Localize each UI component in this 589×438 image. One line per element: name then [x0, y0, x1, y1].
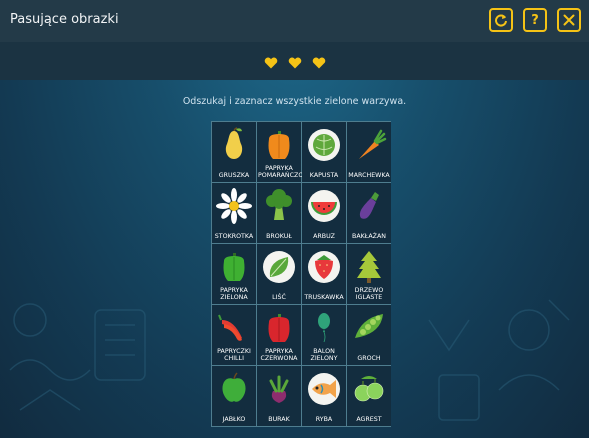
picture-card[interactable]: DRZEWO IGLASTE [347, 244, 391, 304]
lives-bar [0, 42, 589, 80]
picture-card-label: STOKROTKA [214, 233, 254, 240]
heart-icon [312, 57, 325, 69]
picture-card[interactable]: PAPRYCZKI CHILLI [212, 305, 256, 365]
lives-indicator [0, 54, 589, 73]
orange-pepper-icon [268, 131, 290, 159]
chili-pepper-icon [218, 314, 242, 341]
picture-card[interactable]: AGREST [347, 366, 391, 426]
fish-icon [308, 373, 340, 405]
green-pepper-icon [223, 253, 245, 281]
picture-card-label: RYBA [315, 416, 333, 423]
picture-card-label: BAKŁAŻAN [352, 233, 386, 240]
picture-card-label: AGREST [356, 416, 382, 423]
picture-card[interactable]: PAPRYKA CZERWONA [257, 305, 301, 365]
refresh-icon [495, 14, 507, 27]
picture-card-label: MARCHEWKA [348, 172, 390, 179]
close-button[interactable] [557, 8, 581, 32]
help-button[interactable]: ? [523, 8, 547, 32]
cabbage-icon [308, 129, 340, 161]
picture-card[interactable]: BURAK [257, 366, 301, 426]
picture-card-label: PAPRYKA CZERWONA [260, 348, 298, 362]
picture-card[interactable]: JABŁKO [212, 366, 256, 426]
heart-icon [264, 57, 277, 69]
picture-card[interactable]: MARCHEWKA [347, 122, 391, 182]
picture-card-label: BROKUŁ [266, 233, 292, 240]
daisy-icon [216, 188, 252, 224]
picture-card[interactable]: ARBUZ [302, 183, 346, 243]
background-doodles-right [428, 299, 570, 421]
picture-card-label: GRUSZKA [218, 172, 250, 179]
picture-card[interactable]: PAPRYKA ZIELONA [212, 244, 256, 304]
picture-card[interactable]: GROCH [347, 305, 391, 365]
broccoli-icon [266, 189, 292, 220]
heart-icon [288, 57, 301, 69]
beet-icon [269, 375, 289, 403]
page-title: Pasujące obrazki [10, 12, 119, 27]
picture-card-label: JABŁKO [222, 416, 246, 423]
picture-card[interactable]: BROKUŁ [257, 183, 301, 243]
eggplant-icon [359, 192, 379, 219]
close-icon [563, 14, 575, 26]
gooseberry-icon [354, 376, 384, 402]
picture-card-label: PAPRYKA POMARAŃCZOW [258, 165, 310, 179]
picture-card-label: PAPRYCZKI CHILLI [217, 348, 251, 362]
peas-icon [355, 314, 383, 338]
picture-card-label: PAPRYKA ZIELONA [220, 287, 248, 301]
green-balloon-icon [318, 313, 330, 343]
picture-card-label: DRZEWO IGLASTE [354, 287, 384, 301]
picture-card-label: BALON ZIELONY [310, 348, 338, 362]
picture-card[interactable]: BAKŁAŻAN [347, 183, 391, 243]
strawberry-icon [308, 251, 340, 283]
picture-card-label: LIŚĆ [272, 294, 286, 301]
picture-grid: GRUSZKA PAPRYKA POMARAŃCZOW KAPUSTA MARCHEW… [211, 121, 391, 427]
picture-card-label: TRUSKAWKA [304, 294, 344, 301]
picture-card-label: GROCH [357, 355, 381, 362]
picture-card-label: KAPUSTA [309, 172, 339, 179]
title-bar: Pasujące obrazki ? [0, 0, 589, 42]
refresh-button[interactable] [489, 8, 513, 32]
picture-card[interactable]: RYBA [302, 366, 346, 426]
background-doodles-left [9, 303, 146, 411]
game-window: Pasujące obrazki ? Odszukaj i zaznacz ws… [0, 0, 589, 438]
picture-card-label: BURAK [268, 416, 290, 423]
pear-icon [225, 127, 243, 159]
carrot-icon [359, 129, 387, 159]
leaf-icon [263, 251, 295, 283]
picture-card[interactable]: LIŚĆ [257, 244, 301, 304]
conifer-tree-icon [357, 251, 381, 283]
picture-card[interactable]: KAPUSTA [302, 122, 346, 182]
picture-card-label: ARBUZ [313, 233, 335, 240]
red-pepper-icon [268, 314, 290, 342]
watermelon-icon [308, 190, 340, 222]
picture-card[interactable]: GRUSZKA [212, 122, 256, 182]
picture-card[interactable]: BALON ZIELONY [302, 305, 346, 365]
picture-card[interactable]: TRUSKAWKA [302, 244, 346, 304]
apple-icon [222, 372, 246, 402]
picture-card[interactable]: PAPRYKA POMARAŃCZOW [257, 122, 310, 182]
picture-card[interactable]: STOKROTKA [212, 183, 256, 243]
instruction-text: Odszukaj i zaznacz wszystkie zielone war… [182, 96, 407, 107]
